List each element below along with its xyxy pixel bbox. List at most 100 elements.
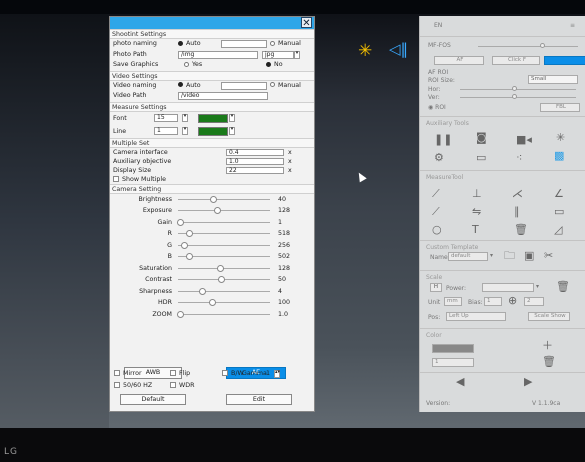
dialog-title-bar[interactable]: ✕ <box>110 17 314 29</box>
overlay-icon[interactable]: ▭ <box>476 152 486 163</box>
slider-track[interactable] <box>176 218 270 226</box>
pin-icon[interactable]: ◁‖ <box>389 41 408 58</box>
point-icon[interactable]: ⟋ <box>432 206 440 217</box>
click-focus-button[interactable]: Click F <box>492 56 540 65</box>
folder-icon[interactable]: 🗀 <box>504 250 515 261</box>
photo-naming-auto-radio[interactable]: Auto <box>178 39 201 50</box>
video-path-field[interactable]: /video <box>178 92 268 100</box>
text-icon[interactable]: T <box>472 224 479 235</box>
save-graphics-yes-radio[interactable]: Yes <box>184 60 202 71</box>
slider-knob[interactable] <box>176 310 184 318</box>
auxiliary-objective-field[interactable]: 1.0 <box>226 157 284 165</box>
gamma-stepper[interactable]: ▴▾ <box>274 370 280 378</box>
slider-knob[interactable] <box>217 264 225 272</box>
scale-show-button[interactable]: Scale Show <box>528 312 570 321</box>
angle-tool-icon[interactable]: ∠ <box>554 188 564 199</box>
previous-page-icon[interactable]: ◀ <box>456 376 464 387</box>
save-graphics-no-radio[interactable]: No <box>266 60 283 71</box>
template-name-select[interactable]: default <box>448 252 488 261</box>
slider-knob[interactable] <box>218 276 226 283</box>
edit-button[interactable]: Edit <box>226 394 292 405</box>
video-naming-manual-radio[interactable]: Manual <box>270 81 301 92</box>
focus-active-button[interactable] <box>544 56 585 65</box>
slider-track[interactable] <box>178 264 270 272</box>
trash-icon[interactable]: 🗑 <box>556 281 570 292</box>
polygon-icon[interactable]: ◿ <box>554 224 562 235</box>
color-select[interactable] <box>432 344 474 353</box>
slider-track[interactable] <box>178 241 270 249</box>
slider-track[interactable] <box>178 276 270 283</box>
video-naming-field[interactable] <box>221 81 267 90</box>
bw-checkbox[interactable]: B/W <box>222 369 244 379</box>
slider-track[interactable] <box>178 253 270 260</box>
pause-icon[interactable]: ❚❚ <box>434 134 452 145</box>
wdr-checkbox[interactable]: WDR <box>170 381 194 391</box>
parallel-icon[interactable]: ⇋ <box>472 206 481 217</box>
h-button[interactable]: H <box>430 283 442 292</box>
camera-interface-field[interactable]: 0.4 <box>226 148 284 156</box>
zoom-select[interactable]: 2 <box>524 297 544 306</box>
brightness-icon[interactable]: ✳ <box>358 43 372 60</box>
hor-slider[interactable] <box>460 89 576 90</box>
trash-icon[interactable]: 🗑 <box>542 356 556 367</box>
slider-track[interactable] <box>178 287 270 295</box>
angle-icon[interactable]: ⋌ <box>512 188 523 199</box>
position-select[interactable]: Left Up <box>446 312 506 321</box>
slider-track[interactable] <box>178 299 270 306</box>
chevron-down-icon[interactable]: ▾ <box>536 283 539 290</box>
fbl-button[interactable]: FBL <box>540 103 580 112</box>
parallel-lines-icon[interactable]: ∥ <box>514 206 520 217</box>
show-multiple-checkbox[interactable]: Show Multiple <box>113 175 166 184</box>
slider-track[interactable] <box>178 230 270 237</box>
perpendicular-icon[interactable]: ⊥ <box>472 188 482 199</box>
ver-slider-knob[interactable] <box>512 94 517 99</box>
hor-slider-knob[interactable] <box>512 86 517 91</box>
default-button[interactable]: Default <box>120 394 186 405</box>
ver-slider[interactable] <box>460 97 576 98</box>
chevron-down-icon[interactable]: ▾ <box>490 252 493 259</box>
mirror-checkbox[interactable]: Mirror <box>114 369 142 379</box>
unit-select[interactable]: mm <box>444 297 462 306</box>
line-width-select[interactable]: 1 <box>154 126 178 135</box>
record-icon[interactable]: ■◂ <box>516 134 532 145</box>
roi-checkbox[interactable]: ◉ ROI <box>428 104 446 111</box>
zoom-in-icon[interactable]: ⊕ <box>508 295 517 306</box>
chevron-down-icon[interactable]: ▾ <box>182 126 188 135</box>
chevron-down-icon[interactable]: ▾ <box>294 50 300 59</box>
photo-naming-manual-radio[interactable]: Manual <box>270 39 301 50</box>
settings-icon[interactable]: ⚙ <box>434 152 444 163</box>
focus-slider-knob[interactable] <box>540 43 545 48</box>
next-page-icon[interactable]: ▶ <box>524 376 532 387</box>
exposure-icon[interactable]: ✳ <box>556 132 565 143</box>
font-size-select[interactable]: 15 <box>154 113 178 122</box>
save-icon[interactable]: ▣ <box>524 250 534 261</box>
af-button[interactable]: AF <box>434 56 484 65</box>
add-icon[interactable]: ＋ <box>542 340 553 351</box>
slider-knob[interactable] <box>198 287 206 295</box>
flip-checkbox[interactable]: Flip <box>170 369 190 379</box>
roi-size-select[interactable]: Small <box>528 75 578 84</box>
slider-knob[interactable] <box>209 299 217 306</box>
focus-slider[interactable] <box>478 46 578 47</box>
slider-track[interactable] <box>178 195 270 203</box>
display-size-field[interactable]: 22 <box>226 166 284 174</box>
rectangle-icon[interactable]: ▭ <box>554 206 564 217</box>
panel-menu-icon[interactable]: ≡ <box>570 22 575 29</box>
scissors-icon[interactable]: ✂ <box>544 250 553 261</box>
slider-track[interactable] <box>176 310 270 318</box>
video-naming-auto-radio[interactable]: Auto <box>178 81 201 92</box>
slider-knob[interactable] <box>180 241 188 249</box>
bias-select[interactable]: 1 <box>484 297 502 306</box>
slider-knob[interactable] <box>186 230 194 237</box>
slider-knob[interactable] <box>186 253 194 260</box>
hz-checkbox[interactable]: 50/60 HZ <box>114 381 152 391</box>
chevron-down-icon[interactable]: ▾ <box>229 113 235 122</box>
font-color-swatch[interactable] <box>198 113 228 123</box>
line-color-swatch[interactable] <box>198 126 228 136</box>
line-width-select[interactable]: 1 <box>432 358 474 367</box>
chevron-down-icon[interactable]: ▾ <box>182 113 188 122</box>
highlight-icon[interactable]: ▩ <box>554 150 564 161</box>
slider-track[interactable] <box>178 207 270 214</box>
close-icon[interactable]: ✕ <box>301 17 312 29</box>
power-select[interactable] <box>482 283 534 292</box>
